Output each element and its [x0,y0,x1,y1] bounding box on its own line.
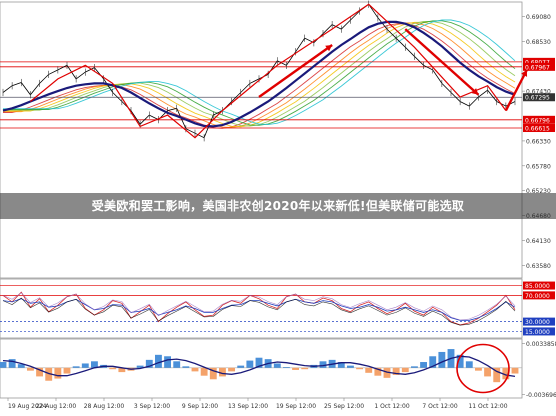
hist-bar [356,367,364,370]
price-axis-tick-label: 0.64130 [526,238,551,245]
hist-bar [109,367,117,370]
hist-bar [63,367,71,374]
hist-bar [54,367,62,379]
hist-bar [237,365,245,368]
hist-bar [246,360,254,368]
hist-bar [420,362,428,368]
osc-level-label: 30.0000 [525,319,550,326]
hist-axis-tick-label: 0.0033858 [526,341,556,348]
price-level-label: 0.66796 [525,117,550,124]
price-level-label: 0.67967 [525,64,550,71]
x-axis-tick-label: 9 Sep 12:00 [182,403,218,410]
hist-bar [273,363,281,368]
x-axis-tick-label: 25 Sep 12:00 [324,403,364,410]
hist-axis-tick-label: -0.0036965 [526,392,556,399]
hist-bar [81,363,89,368]
hist-bar [164,356,172,368]
hist-bar [292,367,300,370]
price-axis-tick-label: 0.68530 [526,39,551,46]
hist-bar [200,367,208,376]
headline-banner: 受美欧和罢工影响，美国非农创2020年以来新低!但美联储可能选取 [0,193,556,219]
hist-bar [365,367,373,373]
price-level-label: 0.66615 [525,126,550,133]
x-axis-tick-label: 28 Aug 12:00 [84,403,125,410]
hist-bar [301,367,309,370]
hist-bar [72,366,80,368]
hist-bar [8,359,16,368]
hist-bar [401,367,409,373]
hist-bar [173,361,181,368]
hist-bar [228,367,236,372]
x-axis-tick-label: 3 Sep 12:00 [134,403,170,410]
price-axis-tick-label: 0.63580 [526,263,551,270]
osc-level-label: 15.0000 [525,329,550,336]
hist-bar [0,362,7,368]
hist-bar [282,367,290,368]
osc-level-label: 85.0000 [525,283,550,290]
forex-chart-screenshot: 0.69080 0.68530 0.67430 0.66330 0.65780 0.652… [0,0,556,412]
hist-bar [438,351,446,368]
hist-bar [465,361,473,368]
x-axis-tick-label: 11 Oct 12:00 [468,403,507,410]
x-axis-tick-label: 19 Sep 12:00 [276,403,316,410]
hist-bar [410,366,418,368]
price-axis-tick-label: 0.69080 [526,14,551,21]
hist-bar [484,367,492,377]
hist-bar [191,367,199,372]
price-axis-tick-label: 0.65780 [526,163,551,170]
hist-bar [319,361,327,368]
osc-level-label: 70.0000 [525,293,550,300]
hist-bar [346,365,354,368]
hist-bar [474,367,482,371]
price-axis-tick-label: 0.66330 [526,138,551,145]
hist-bar [26,367,34,371]
hist-bar [511,367,519,374]
x-axis-tick-label: 22 Aug 12:00 [36,403,77,410]
x-axis-tick-label: 1 Oct 12:00 [374,403,409,410]
price-level-label: 0.67295 [525,95,550,102]
x-axis-tick-label: 13 Sep 12:00 [228,403,268,410]
x-axis-tick-label: 7 Oct 12:00 [422,403,457,410]
hist-bar [182,366,190,368]
